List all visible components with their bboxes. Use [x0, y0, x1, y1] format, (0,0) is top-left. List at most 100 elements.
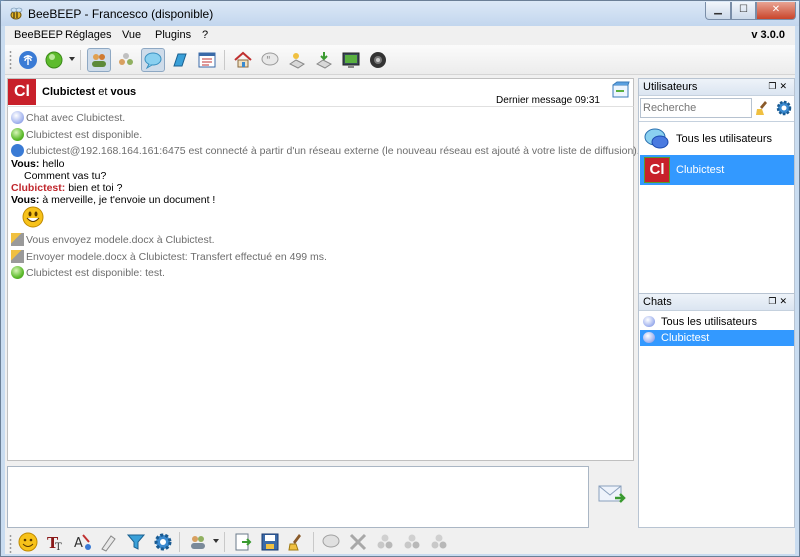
chat-header: Cl Clubictest et vous Dernier message 09… — [7, 78, 634, 106]
main-toolbar: " — [5, 45, 795, 75]
network-icon — [11, 144, 24, 157]
menu-plugins[interactable]: Plugins — [155, 29, 191, 41]
close-button[interactable]: ✕ — [756, 2, 796, 20]
message-line: Clubictest: bien et toi ? — [11, 182, 123, 194]
app-window: BeeBEEP - Francesco (disponible) ▁ ☐ ✕ B… — [0, 0, 800, 557]
message-line: Clubictest est disponible: test. — [11, 266, 165, 279]
clear-search-icon[interactable] — [756, 100, 772, 116]
share-icon[interactable] — [285, 48, 309, 72]
message-line: Envoyer modele.docx à Clubictest: Transf… — [11, 250, 327, 263]
conversation-view[interactable]: Chat avec Clubictest. Clubictest est dis… — [7, 106, 640, 461]
home-icon[interactable] — [231, 48, 255, 72]
svg-text:T: T — [55, 542, 62, 552]
message-input[interactable] — [7, 466, 589, 528]
svg-text:": " — [266, 55, 271, 66]
chat-title-me: vous — [110, 86, 137, 98]
chat-item-all[interactable]: Tous les utilisateurs — [640, 314, 794, 330]
message-line: Vous envoyez modele.docx à Clubictest. — [11, 233, 215, 246]
title-bar[interactable]: BeeBEEP - Francesco (disponible) ▁ ☐ ✕ — [1, 1, 799, 26]
client-area: BeeBEEP Réglages Vue Plugins ? v 3.0.0 "… — [5, 26, 795, 554]
network-icon[interactable] — [16, 48, 40, 72]
users-dock: Utilisateurs ❐✕ Tous les utilisateurs Cl… — [638, 78, 795, 296]
spellcheck-icon[interactable] — [97, 530, 121, 554]
message-line: Comment vas tu? — [24, 170, 107, 182]
menu-help[interactable]: ? — [202, 29, 208, 41]
format-toolbar: TT A — [5, 529, 635, 554]
send-file-icon[interactable] — [231, 530, 255, 554]
clear-chat-icon[interactable] — [285, 530, 309, 554]
chat-title: Clubictest et vous — [42, 86, 136, 98]
sender-name: Clubictest: — [11, 182, 66, 194]
users-list: Tous les utilisateurs Cl Clubictest — [639, 121, 794, 295]
file-transfer-icon — [11, 250, 24, 263]
chats-dock-title[interactable]: Chats ❐✕ — [639, 294, 794, 311]
add-users-dropdown-arrow[interactable] — [213, 539, 219, 543]
status-available-icon[interactable] — [42, 48, 66, 72]
file-transfer-icon — [11, 233, 24, 246]
menu-vue[interactable]: Vue — [122, 29, 141, 41]
message-line: Chat avec Clubictest. — [11, 111, 125, 124]
window-title: BeeBEEP - Francesco (disponible) — [28, 7, 214, 21]
toolbar-grip[interactable] — [9, 50, 12, 70]
user-item-clubictest[interactable]: Cl Clubictest — [640, 155, 794, 185]
chat-title-connector: et — [98, 86, 108, 98]
save-chat-icon[interactable] — [258, 530, 282, 554]
delete-group-icon[interactable] — [346, 530, 370, 554]
dock-float-close-icon[interactable]: ❐✕ — [768, 296, 790, 307]
user-item-all[interactable]: Tous les utilisateurs — [640, 124, 794, 154]
smiley-icon — [22, 206, 44, 231]
dock-float-close-icon[interactable]: ❐✕ — [768, 81, 790, 92]
avatar: Cl — [644, 157, 670, 183]
chat-members-icon[interactable] — [319, 530, 343, 554]
chat-bubble-icon — [11, 111, 24, 124]
chat-item-clubictest[interactable]: Clubictest — [640, 330, 794, 346]
menu-bar: BeeBEEP Réglages Vue Plugins ? v 3.0.0 — [5, 26, 795, 45]
chat-view-icon[interactable] — [141, 48, 165, 72]
message-line: Clubictest est disponible. — [11, 128, 142, 141]
font-icon[interactable]: TT — [43, 530, 67, 554]
avatar: Cl — [8, 79, 36, 105]
bee-icon — [10, 7, 23, 20]
chat-bubble-icon — [643, 316, 655, 327]
group-edit-icon[interactable] — [400, 530, 424, 554]
minimize-button[interactable]: ▁ — [705, 2, 731, 20]
users-dock-title[interactable]: Utilisateurs ❐✕ — [639, 79, 794, 96]
status-green-icon — [11, 266, 24, 279]
status-dropdown-arrow[interactable] — [69, 57, 75, 61]
version-label: v 3.0.0 — [751, 29, 785, 41]
chat-bubble-icon — [643, 332, 655, 343]
filter-icon[interactable] — [124, 530, 148, 554]
menu-beebeep[interactable]: BeeBEEP — [14, 29, 63, 41]
message-line: clubictest@192.168.164.161:6475 est conn… — [11, 144, 640, 157]
search-input[interactable] — [640, 98, 752, 118]
users-view-icon[interactable] — [87, 48, 111, 72]
toolbar-grip[interactable] — [9, 534, 12, 554]
send-icon[interactable] — [597, 478, 627, 508]
svg-text:A: A — [74, 536, 83, 551]
message-line: Vous: à merveille, je t'envoie un docume… — [11, 194, 216, 206]
groups-icon[interactable] — [114, 48, 138, 72]
file-transfer-icon[interactable] — [168, 48, 192, 72]
status-green-icon — [11, 128, 24, 141]
screenshot-icon[interactable] — [339, 48, 363, 72]
sender-name: Vous: — [11, 158, 40, 170]
menu-reglages[interactable]: Réglages — [65, 29, 111, 41]
search-settings-gear-icon[interactable] — [776, 100, 792, 116]
group-icon[interactable] — [373, 530, 397, 554]
maximize-button[interactable]: ☐ — [731, 2, 756, 20]
add-users-icon[interactable] — [186, 530, 210, 554]
download-icon[interactable] — [312, 48, 336, 72]
quote-icon[interactable]: " — [258, 48, 282, 72]
chats-dock: Chats ❐✕ Tous les utilisateurs Clubictes… — [638, 293, 795, 528]
log-icon[interactable] — [195, 48, 219, 72]
color-icon[interactable]: A — [70, 530, 94, 554]
settings-gear-icon[interactable] — [151, 530, 175, 554]
sender-name: Vous: — [11, 194, 40, 206]
camera-icon[interactable] — [366, 48, 390, 72]
detach-chat-icon[interactable] — [610, 81, 630, 99]
group-leave-icon[interactable] — [427, 530, 451, 554]
last-message-time: Dernier message 09:31 — [496, 95, 600, 106]
message-line: Vous: hello — [11, 158, 65, 170]
all-users-icon — [644, 128, 669, 149]
emoticon-icon[interactable] — [16, 530, 40, 554]
